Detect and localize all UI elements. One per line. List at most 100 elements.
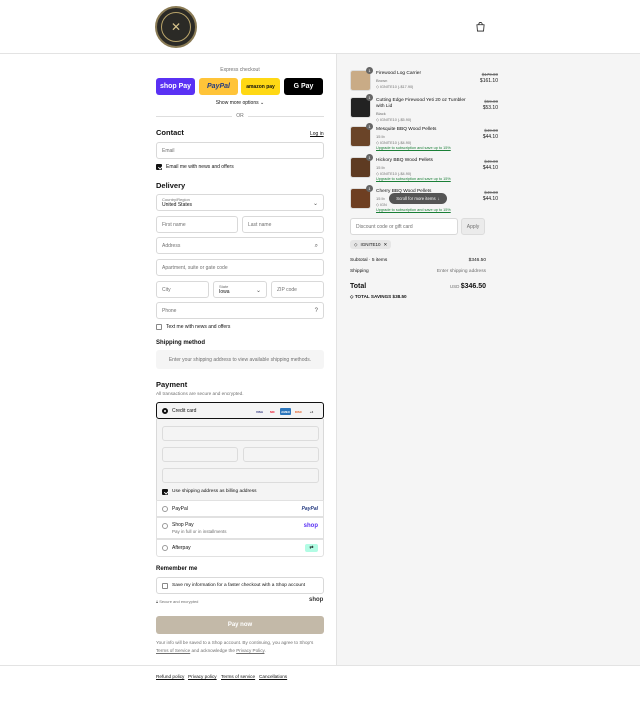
- savings-row: ◇ TOTAL SAVINGS $38.50: [350, 294, 486, 300]
- paypal-option[interactable]: PayPal PayPal: [156, 500, 324, 517]
- card-number-field[interactable]: [162, 426, 319, 441]
- apartment-field[interactable]: Apartment, suite or gate code: [156, 259, 324, 276]
- shipping-method-note: Enter your shipping address to view avai…: [156, 350, 324, 369]
- state-select[interactable]: State Iowa ⌄: [213, 281, 267, 298]
- remove-code-icon[interactable]: ✕: [383, 242, 387, 248]
- product-discount: ◇ IGNITE10 (-$4.90): [376, 171, 411, 176]
- product-variant: Brown: [376, 78, 388, 83]
- shop-pay-radio[interactable]: [162, 523, 168, 529]
- paypal-button[interactable]: PayPal: [199, 78, 238, 95]
- or-divider: OR: [156, 112, 324, 120]
- quantity-badge: 1: [366, 123, 373, 130]
- credit-card-option[interactable]: Credit card VISA MC AMEX DISC +4: [156, 402, 324, 419]
- first-name-field[interactable]: First name: [156, 216, 238, 233]
- discount-text: IGN: [379, 203, 387, 207]
- paypal-label: PayPal: [172, 506, 188, 512]
- more-cards-badge: +4: [309, 409, 314, 414]
- country-select[interactable]: Country/Region United States ⌄: [156, 194, 324, 211]
- save-info-checkbox[interactable]: [162, 583, 168, 589]
- shop-pay-logo: shop Pay: [159, 83, 192, 90]
- product-name: Firewood Log Carrier: [376, 71, 422, 76]
- city-field[interactable]: City: [156, 281, 209, 298]
- or-label: OR: [236, 113, 244, 119]
- expiration-field[interactable]: [162, 447, 238, 462]
- shop-pay-subtitle: Pay in full or in installments: [172, 529, 227, 534]
- product-name: Mesquite BBQ Wood Pellets: [376, 127, 437, 132]
- original-price: $49.00: [484, 128, 498, 133]
- product-discount: ◇ IGNITE10 (-$4.90): [376, 140, 411, 145]
- help-icon[interactable]: ?: [315, 308, 318, 314]
- original-price: $49.00: [484, 190, 498, 195]
- afterpay-option[interactable]: Afterpay ⇄: [156, 539, 324, 557]
- phone-field[interactable]: Phone ?: [156, 302, 324, 319]
- payment-heading: Payment: [156, 380, 188, 389]
- applied-code: IGNITE10: [360, 242, 381, 247]
- scroll-tooltip[interactable]: Scroll for more items ↓: [389, 193, 447, 204]
- terms-of-service-footer-link[interactable]: Terms of service: [221, 674, 255, 679]
- tag-icon: ◇: [376, 118, 379, 122]
- cancellations-link[interactable]: Cancellations: [259, 674, 287, 679]
- refund-policy-link[interactable]: Refund policy: [156, 674, 184, 679]
- afterpay-icon: ⇄: [305, 544, 318, 552]
- product-variant: 15 lb: [376, 134, 385, 139]
- sale-price: $53.10: [482, 105, 498, 111]
- afterpay-radio[interactable]: [162, 545, 168, 551]
- tag-icon: ◇: [376, 203, 379, 207]
- name-on-card-field[interactable]: [162, 468, 319, 483]
- original-price: $179.00: [481, 72, 498, 77]
- discount-code-placeholder: Discount code or gift card: [356, 223, 413, 230]
- total-amount: USD $346.50: [450, 283, 486, 290]
- bag-icon[interactable]: [476, 22, 485, 32]
- product-variant: Black: [376, 111, 386, 116]
- zip-field[interactable]: ZIP code: [271, 281, 324, 298]
- last-name-field[interactable]: Last name: [242, 216, 324, 233]
- tag-icon: ◇: [376, 172, 379, 176]
- privacy-policy-link[interactable]: Privacy Policy: [236, 648, 264, 653]
- amazon-pay-logo: amazon pay: [246, 83, 275, 90]
- tag-icon: ◇: [376, 141, 379, 145]
- pay-now-button[interactable]: Pay now: [156, 616, 324, 634]
- state-value: Iowa: [219, 289, 230, 295]
- first-name-placeholder: First name: [162, 221, 186, 228]
- payment-subtitle: All transactions are secure and encrypte…: [156, 391, 244, 396]
- store-logo[interactable]: ✕: [155, 6, 197, 48]
- arrow-down-icon: ↓: [437, 196, 440, 201]
- security-code-field[interactable]: [243, 447, 319, 462]
- shipping-row: Shipping Enter shipping address: [350, 269, 486, 274]
- card-brands: VISA MC AMEX DISC +4: [254, 408, 317, 415]
- text-news-checkbox[interactable]: [156, 324, 162, 330]
- shop-pay-logo: shop: [303, 523, 318, 529]
- shop-pay-button[interactable]: shop Pay: [156, 78, 195, 95]
- address-placeholder: Address: [162, 242, 181, 249]
- google-pay-button[interactable]: G Pay: [284, 78, 323, 95]
- subscription-upgrade-link[interactable]: Upgrade to subscription and save up to 1…: [376, 208, 451, 212]
- show-more-options[interactable]: Show more options ⌄: [156, 100, 324, 106]
- apply-button[interactable]: Apply: [461, 218, 485, 235]
- subscription-upgrade-link[interactable]: Upgrade to subscription and save up to 1…: [376, 146, 451, 150]
- discount-text: IGNITE10 (-$17.90): [379, 85, 414, 89]
- paypal-logo: PayPal: [301, 506, 318, 512]
- shop-logo: shop: [309, 597, 324, 603]
- login-link[interactable]: Log in: [310, 131, 324, 137]
- credit-card-radio[interactable]: [162, 408, 168, 414]
- shipping-label: Shipping: [350, 269, 369, 274]
- product-discount: ◇ IGNITE10 (-$17.90): [376, 84, 413, 89]
- savings-label: TOTAL SAVINGS: [354, 294, 392, 299]
- email-field[interactable]: Email: [156, 142, 324, 159]
- terms-of-service-link[interactable]: Terms of Service: [156, 648, 190, 653]
- discount-code-input[interactable]: Discount code or gift card: [350, 218, 458, 235]
- paypal-radio[interactable]: [162, 506, 168, 512]
- lock-icon: 🔒︎: [156, 599, 159, 604]
- email-news-checkbox[interactable]: [156, 164, 162, 170]
- shop-pay-option[interactable]: Shop Pay Pay in full or in installments …: [156, 517, 324, 539]
- amazon-pay-button[interactable]: amazon pay: [241, 78, 280, 95]
- credit-card-form: Use shipping address as billing address: [156, 419, 324, 500]
- billing-address-checkbox[interactable]: [162, 489, 168, 495]
- divider-line: [248, 116, 324, 117]
- product-name: Hickory BBQ Wood Pellets: [376, 158, 433, 163]
- footer: Refund policy Privacy policy Terms of se…: [0, 665, 640, 713]
- subscription-upgrade-link[interactable]: Upgrade to subscription and save up to 1…: [376, 177, 451, 181]
- original-price: $49.00: [484, 159, 498, 164]
- address-field[interactable]: Address ⌕: [156, 237, 324, 254]
- privacy-policy-footer-link[interactable]: Privacy policy: [188, 674, 217, 679]
